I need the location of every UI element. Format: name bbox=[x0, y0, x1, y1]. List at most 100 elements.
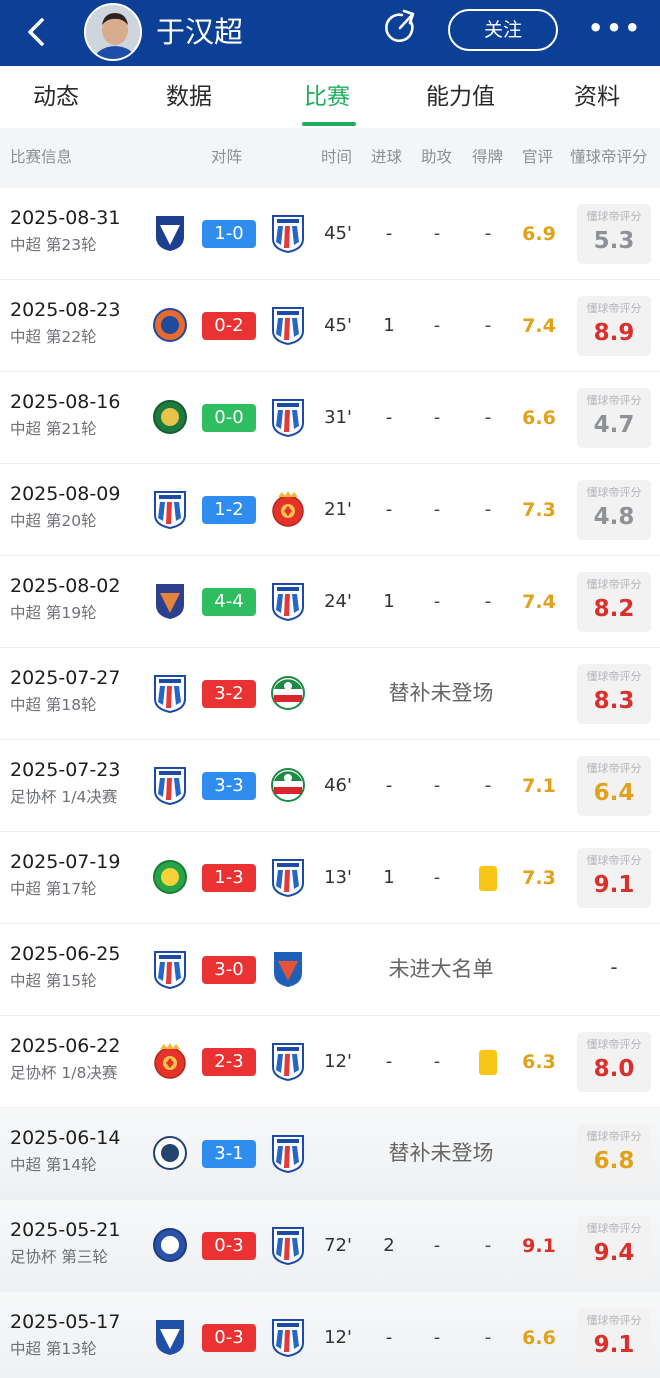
fan-rating-value: 8.9 bbox=[593, 320, 635, 346]
match-competition: 中超 第18轮 bbox=[10, 696, 97, 714]
fan-rating-box[interactable]: 懂球帝评分 8.0 bbox=[577, 1032, 651, 1092]
goals-value: - bbox=[385, 223, 393, 244]
assists-value: - bbox=[433, 499, 441, 520]
share-icon[interactable] bbox=[380, 8, 420, 48]
match-date: 2025-07-23 bbox=[10, 759, 121, 781]
match-date: 2025-08-31 bbox=[10, 207, 121, 229]
match-row[interactable]: 2025-08-09 中超 第20轮 1-2 21' - - - 7.3 懂球帝评分 4.8 bbox=[0, 464, 660, 556]
goals-value: - bbox=[385, 1051, 393, 1072]
match-date: 2025-06-14 bbox=[10, 1127, 121, 1149]
match-competition: 中超 第23轮 bbox=[10, 236, 97, 254]
match-score[interactable]: 0-0 bbox=[202, 404, 256, 432]
official-rating: 9.1 bbox=[522, 1235, 556, 1257]
official-rating: 7.4 bbox=[522, 315, 556, 337]
match-score[interactable]: 0-2 bbox=[202, 312, 256, 340]
home-team-badge-icon bbox=[152, 213, 188, 253]
away-team-badge-icon bbox=[270, 397, 306, 438]
home-team-badge-icon bbox=[152, 765, 188, 806]
match-score[interactable]: 3-1 bbox=[202, 1140, 256, 1168]
fan-rating-box[interactable]: 懂球帝评分 8.3 bbox=[577, 664, 651, 724]
match-score[interactable]: 1-2 bbox=[202, 496, 256, 524]
fan-rating-value: 6.8 bbox=[593, 1148, 635, 1174]
fan-rating-box[interactable]: 懂球帝评分 8.9 bbox=[577, 296, 651, 356]
home-team-badge-icon bbox=[152, 1041, 188, 1081]
minutes-played: 31' bbox=[324, 407, 352, 428]
match-row[interactable]: 2025-08-02 中超 第19轮 4-4 24' 1 - - 7.4 懂球帝评分 8.2 bbox=[0, 556, 660, 648]
follow-button[interactable]: 关注 bbox=[448, 9, 558, 51]
tab-matches[interactable]: 比赛 bbox=[304, 80, 350, 114]
match-status-note: 替补未登场 bbox=[388, 681, 494, 705]
match-score[interactable]: 0-3 bbox=[202, 1232, 256, 1260]
fan-rating-box[interactable]: 懂球帝评分 9.1 bbox=[577, 1308, 651, 1368]
match-list: 2025-08-31 中超 第23轮 1-0 45' - - - 6.9 懂球帝评分 5.3 202… bbox=[0, 188, 660, 1378]
home-team-badge-icon bbox=[152, 857, 188, 897]
fan-rating-label: 懂球帝评分 bbox=[586, 670, 642, 683]
tab-ability[interactable]: 能力值 bbox=[426, 80, 495, 114]
match-score[interactable]: 2-3 bbox=[202, 1048, 256, 1076]
fan-rating-value: 9.1 bbox=[593, 872, 635, 898]
fan-rating-value: 9.1 bbox=[593, 1332, 635, 1358]
fan-rating-box[interactable]: 懂球帝评分 6.8 bbox=[577, 1124, 651, 1184]
match-row[interactable]: 2025-07-27 中超 第18轮 3-2 替补未登场 懂球帝评分 8.3 bbox=[0, 648, 660, 740]
match-row[interactable]: 2025-08-16 中超 第21轮 0-0 31' - - - 6.6 懂球帝评分 4.7 bbox=[0, 372, 660, 464]
assists-value: - bbox=[433, 315, 441, 336]
fan-rating-label: 懂球帝评分 bbox=[586, 1038, 642, 1051]
match-score[interactable]: 3-0 bbox=[202, 956, 256, 984]
match-score[interactable]: 3-2 bbox=[202, 680, 256, 708]
match-competition: 中超 第17轮 bbox=[10, 880, 97, 898]
fan-rating-box[interactable]: 懂球帝评分 4.7 bbox=[577, 388, 651, 448]
match-score[interactable]: 1-0 bbox=[202, 220, 256, 248]
away-team-badge-icon bbox=[270, 213, 306, 254]
match-row[interactable]: 2025-06-22 足协杯 1/8决赛 2-3 12' - - 6.3 懂球帝评分 8.0 bbox=[0, 1016, 660, 1108]
home-team-badge-icon bbox=[152, 673, 188, 714]
minutes-played: 12' bbox=[324, 1051, 352, 1072]
back-arrow-icon[interactable] bbox=[22, 12, 52, 52]
match-competition: 足协杯 1/4决赛 bbox=[10, 788, 118, 806]
match-row[interactable]: 2025-08-31 中超 第23轮 1-0 45' - - - 6.9 懂球帝评分 5.3 bbox=[0, 188, 660, 280]
fan-rating-box[interactable]: 懂球帝评分 8.2 bbox=[577, 572, 651, 632]
match-row[interactable]: 2025-06-25 中超 第15轮 3-0 未进大名单 - bbox=[0, 924, 660, 1016]
away-team-badge-icon bbox=[270, 581, 306, 622]
minutes-played: 12' bbox=[324, 1327, 352, 1348]
tab-stats[interactable]: 数据 bbox=[166, 80, 212, 114]
fan-rating-label: 懂球帝评分 bbox=[586, 1222, 642, 1235]
fan-rating-box[interactable]: 懂球帝评分 9.1 bbox=[577, 848, 651, 908]
col-goals: 进球 bbox=[371, 148, 403, 166]
fan-rating-box[interactable]: 懂球帝评分 4.8 bbox=[577, 480, 651, 540]
match-row[interactable]: 2025-05-21 足协杯 第三轮 0-3 72' 2 - - 9.1 懂球帝评分 9.4 bbox=[0, 1200, 660, 1292]
fan-rating-value: 9.4 bbox=[593, 1240, 635, 1266]
match-row[interactable]: 2025-08-23 中超 第22轮 0-2 45' 1 - - 7.4 懂球帝评分 8.9 bbox=[0, 280, 660, 372]
match-row[interactable]: 2025-07-19 中超 第17轮 1-3 13' 1 - 7.3 懂球帝评分 9.1 bbox=[0, 832, 660, 924]
top-bar: 于汉超 关注 ••• bbox=[0, 0, 660, 66]
match-row[interactable]: 2025-07-23 足协杯 1/4决赛 3-3 46' - - - 7.1 懂球帝评分 6.4 bbox=[0, 740, 660, 832]
match-score[interactable]: 3-3 bbox=[202, 772, 256, 800]
fan-rating-value: 4.8 bbox=[593, 504, 635, 530]
cards-value: - bbox=[484, 591, 492, 612]
fan-rating-box[interactable]: 懂球帝评分 6.4 bbox=[577, 756, 651, 816]
tab-news[interactable]: 动态 bbox=[33, 80, 79, 114]
match-date: 2025-06-22 bbox=[10, 1035, 121, 1057]
fan-rating-box[interactable]: 懂球帝评分 5.3 bbox=[577, 204, 651, 264]
goals-value: 1 bbox=[383, 315, 395, 336]
official-rating: 6.3 bbox=[522, 1051, 556, 1073]
cards-value: - bbox=[484, 315, 492, 336]
goals-value: 1 bbox=[383, 867, 395, 888]
fan-rating-value: 4.7 bbox=[593, 412, 635, 438]
match-score[interactable]: 0-3 bbox=[202, 1324, 256, 1352]
fan-rating-empty: - bbox=[610, 955, 618, 979]
match-date: 2025-08-09 bbox=[10, 483, 121, 505]
away-team-badge-icon bbox=[270, 305, 306, 346]
official-rating: 6.9 bbox=[522, 223, 556, 245]
tab-profile[interactable]: 资料 bbox=[574, 80, 620, 114]
fan-rating-box[interactable]: 懂球帝评分 9.4 bbox=[577, 1216, 651, 1276]
away-team-badge-icon bbox=[270, 857, 306, 898]
player-avatar bbox=[84, 3, 142, 61]
match-row[interactable]: 2025-05-17 中超 第13轮 0-3 12' - - - 6.6 懂球帝评分 9.1 bbox=[0, 1292, 660, 1378]
match-score[interactable]: 1-3 bbox=[202, 864, 256, 892]
match-date: 2025-06-25 bbox=[10, 943, 121, 965]
more-menu-icon[interactable]: ••• bbox=[588, 10, 640, 50]
match-row[interactable]: 2025-06-14 中超 第14轮 3-1 替补未登场 懂球帝评分 6.8 bbox=[0, 1108, 660, 1200]
minutes-played: 45' bbox=[324, 223, 352, 244]
match-score[interactable]: 4-4 bbox=[202, 588, 256, 616]
match-date: 2025-08-16 bbox=[10, 391, 121, 413]
